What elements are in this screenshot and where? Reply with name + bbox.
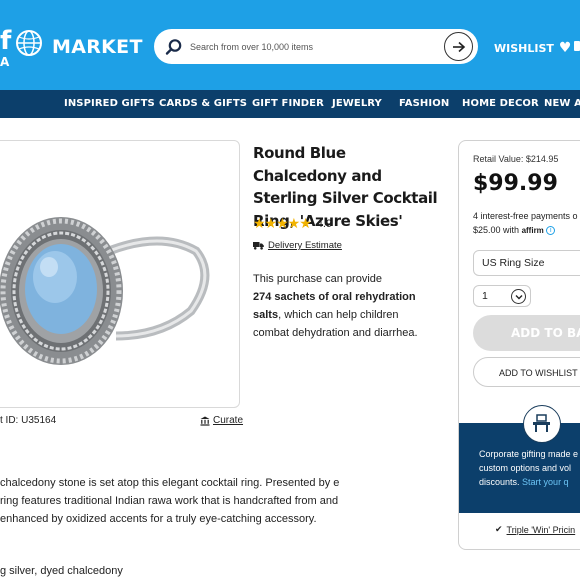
- installments-line1: 4 interest-free payments o: [473, 211, 578, 221]
- gift-desk-icon: [523, 405, 561, 443]
- search-icon: [165, 39, 182, 55]
- checkmark-icon: ✔: [495, 524, 503, 534]
- quantity-select[interactable]: 1: [473, 285, 531, 307]
- product-materials: g silver, dyed chalcedony: [0, 565, 123, 577]
- cart-icon[interactable]: [574, 41, 580, 51]
- impact-suffix: , which can help children combat dehydra…: [253, 309, 418, 339]
- installments-line2: $25.00 with: [473, 225, 520, 235]
- logo-subtext: A: [0, 55, 10, 69]
- quantity-value: 1: [482, 290, 488, 302]
- main-nav: INSPIRED GIFTS CARDS & GIFTS GIFT FINDER…: [0, 90, 580, 118]
- corporate-line2: custom options and vol: [479, 463, 572, 473]
- curate-label: Curate: [213, 415, 244, 426]
- star-rating-icon: ★★★★★: [253, 215, 312, 231]
- nav-fashion[interactable]: FASHION: [399, 98, 449, 109]
- installment-info: 4 interest-free payments o $25.00 with a…: [473, 209, 578, 238]
- truck-icon: [253, 242, 264, 250]
- start-quote-link[interactable]: Start your q: [522, 477, 569, 487]
- globe-icon: [16, 30, 42, 56]
- search-submit-button[interactable]: [444, 32, 473, 61]
- add-to-bag-button[interactable]: ADD TO BAG: [473, 315, 580, 351]
- wishlist-label: WISHLIST: [494, 41, 554, 55]
- nav-cards-gifts[interactable]: CARDS & GIFTS: [159, 98, 247, 109]
- affirm-logo: affirm: [521, 226, 544, 235]
- market-label[interactable]: MARKET: [52, 36, 143, 58]
- chevron-down-icon: [511, 289, 526, 304]
- delivery-estimate-link[interactable]: Delivery Estimate: [253, 240, 342, 251]
- item-id: t ID: U35164: [0, 415, 57, 426]
- product-rating[interactable]: ★★★★★ 4.9: [253, 215, 332, 232]
- site-header: f A MARKET WISHLIST ♥: [0, 0, 580, 90]
- ring-size-select[interactable]: US Ring Size: [473, 250, 580, 276]
- corporate-line3: discounts.: [479, 477, 520, 487]
- product-image-panel[interactable]: [0, 140, 240, 408]
- nav-home-decor[interactable]: HOME DECOR: [462, 98, 539, 109]
- corporate-line1: Corporate gifting made e: [479, 449, 579, 459]
- add-to-wishlist-button[interactable]: ADD TO WISHLIST +: [473, 357, 580, 387]
- rating-value: 4.9: [316, 217, 333, 230]
- impact-prefix: This purchase can provide: [253, 273, 383, 285]
- unicef-logo[interactable]: f A: [0, 26, 12, 69]
- sale-price: $99.99: [473, 171, 558, 196]
- triple-win-pricing-link[interactable]: ✔ Triple 'Win' Pricin: [495, 524, 575, 535]
- heart-icon: ♥: [558, 40, 572, 56]
- retail-value: Retail Value: $214.95: [473, 154, 559, 164]
- purchase-panel: Retail Value: $214.95 $99.99 4 interest-…: [458, 140, 580, 550]
- curate-link[interactable]: Curate: [200, 415, 243, 426]
- corporate-gifting-banner: Corporate gifting made e custom options …: [459, 423, 580, 513]
- search-bar: [154, 29, 478, 64]
- triple-win-label: Triple 'Win' Pricin: [506, 524, 576, 535]
- info-icon[interactable]: i: [546, 226, 556, 236]
- impact-statement: This purchase can provide 274 sachets of…: [253, 270, 428, 342]
- nav-gift-finder[interactable]: GIFT FINDER: [252, 98, 324, 109]
- delivery-label: Delivery Estimate: [268, 240, 342, 251]
- product-description: chalcedony stone is set atop this elegan…: [0, 477, 340, 525]
- arrow-right-icon: [452, 41, 465, 52]
- logo-text: f: [0, 26, 12, 56]
- add-to-wishlist-label: ADD TO WISHLIST: [499, 368, 578, 378]
- nav-new-arrivals[interactable]: NEW AR: [544, 98, 580, 109]
- product-ring-image: [0, 217, 210, 365]
- nav-jewelry[interactable]: JEWELRY: [332, 98, 382, 109]
- search-input[interactable]: [190, 37, 435, 57]
- bank-icon: [200, 416, 210, 426]
- nav-inspired-gifts[interactable]: INSPIRED GIFTS: [64, 98, 155, 109]
- wishlist-link[interactable]: WISHLIST ♥: [494, 40, 571, 56]
